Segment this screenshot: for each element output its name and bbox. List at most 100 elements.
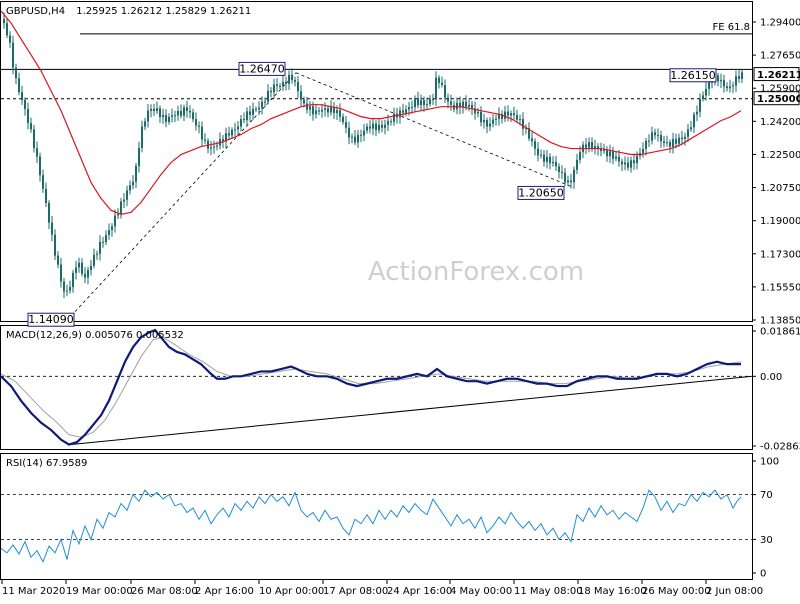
candle-body [297, 81, 299, 92]
candle-body [318, 110, 320, 112]
candle-body [738, 76, 740, 79]
last-price-label: 1.26211 [757, 70, 800, 81]
candle-body [393, 113, 395, 122]
candle-body [351, 136, 353, 138]
candle-body [423, 100, 425, 105]
candle-body [9, 35, 11, 43]
candle-body [243, 119, 245, 121]
level-label: FE 61.8 [712, 22, 750, 33]
candle-body [204, 139, 206, 141]
candle-body [696, 111, 698, 115]
candle-body [252, 108, 254, 115]
candle-body [447, 97, 449, 102]
candle-body [588, 142, 590, 148]
candle-body [291, 74, 293, 81]
rsi-tick-label: 30 [760, 535, 773, 546]
candle-body [513, 113, 515, 116]
candle-body [648, 140, 650, 142]
candle-body [315, 110, 317, 115]
time-axis: 11 Mar 2020 19 Mar 00:0026 Mar 08:002 Apr… [1, 580, 763, 597]
macd-layer [0, 328, 752, 446]
candle-body [516, 115, 518, 120]
moving-average [0, 10, 742, 215]
candle-body [27, 108, 29, 124]
candle-body [216, 145, 218, 147]
macd-title: MACD(12,26,9) 0.005076 0.005532 [6, 330, 184, 341]
rsi-axis: 100 70 30 0 [752, 457, 779, 580]
candle-body [708, 82, 710, 89]
candle-body [168, 116, 170, 123]
candle-body [675, 139, 677, 144]
candle-body [531, 138, 533, 142]
time-tick-label: 4 May 00:00 [450, 586, 512, 597]
candle-body [126, 190, 128, 200]
candle-body [627, 162, 629, 168]
candle-body [618, 156, 620, 162]
candle-body [633, 160, 635, 164]
candle-body [699, 98, 701, 112]
time-tick-label: 26 Mar 08:00 [131, 586, 198, 597]
candle-body [294, 80, 296, 82]
candle-body [645, 140, 647, 149]
candle-body [435, 77, 437, 100]
candle-body [693, 114, 695, 128]
price-tick-label: 1.29400 [760, 18, 800, 29]
candle-body [108, 230, 110, 235]
candle-body [555, 162, 557, 167]
candle-body [456, 102, 458, 110]
candle-body [234, 129, 236, 131]
candle-body [42, 175, 44, 189]
candle-body [231, 129, 233, 136]
candle-body [609, 151, 611, 157]
candle-body [660, 135, 662, 142]
candle-body [30, 123, 32, 130]
ohlc-values: 1.25925 1.26212 1.25829 1.26211 [76, 6, 251, 17]
candle-body [201, 126, 203, 140]
candle-body [543, 154, 545, 162]
candle-body [165, 115, 167, 123]
candle-body [651, 132, 653, 141]
candle-body [192, 112, 194, 120]
candle-body [465, 101, 467, 107]
candle-body [267, 90, 269, 102]
time-tick-label: 10 Apr 00:00 [259, 586, 324, 597]
candle-body [384, 124, 386, 128]
candle-body [90, 265, 92, 271]
candle-body [111, 226, 113, 231]
candle-body [60, 264, 62, 282]
candle-body [324, 108, 326, 110]
time-tick-label: 26 May 00:00 [642, 586, 711, 597]
candle-body [720, 80, 722, 82]
time-tick-label: 24 Apr 16:00 [387, 586, 452, 597]
rsi-tick-label: 0 [760, 569, 766, 580]
candle-body [147, 110, 149, 122]
candle-body [408, 107, 410, 110]
symbol-label: GBPUSD,H4 [6, 6, 65, 17]
time-tick-label: 2 Apr 16:00 [195, 586, 254, 597]
price-annotation-label: 1.20650 [518, 186, 564, 199]
candle-body [81, 262, 83, 274]
candle-body [477, 111, 479, 114]
candle-body [687, 129, 689, 137]
candle-body [45, 188, 47, 203]
price-tick-label: 1.22500 [760, 150, 800, 161]
price-annotation-label: 1.26150 [670, 69, 716, 82]
candle-body [54, 234, 56, 256]
candle-body [84, 273, 86, 278]
candle-body [159, 108, 161, 118]
candle-body [330, 106, 332, 113]
price-tick-label: 1.24200 [760, 117, 800, 128]
candle-body [15, 67, 17, 79]
candle-body [489, 123, 491, 127]
candle-body [3, 18, 5, 24]
candle-body [18, 78, 20, 93]
candle-body [177, 110, 179, 116]
candle-body [735, 76, 737, 86]
candle-body [654, 132, 656, 136]
candle-body [129, 185, 131, 191]
macd-tick-label: 0.018615 [760, 327, 800, 338]
candle-body [12, 42, 14, 68]
candle-body [615, 156, 617, 159]
price-tick-label: 1.15550 [760, 282, 800, 293]
candle-body [486, 120, 488, 127]
